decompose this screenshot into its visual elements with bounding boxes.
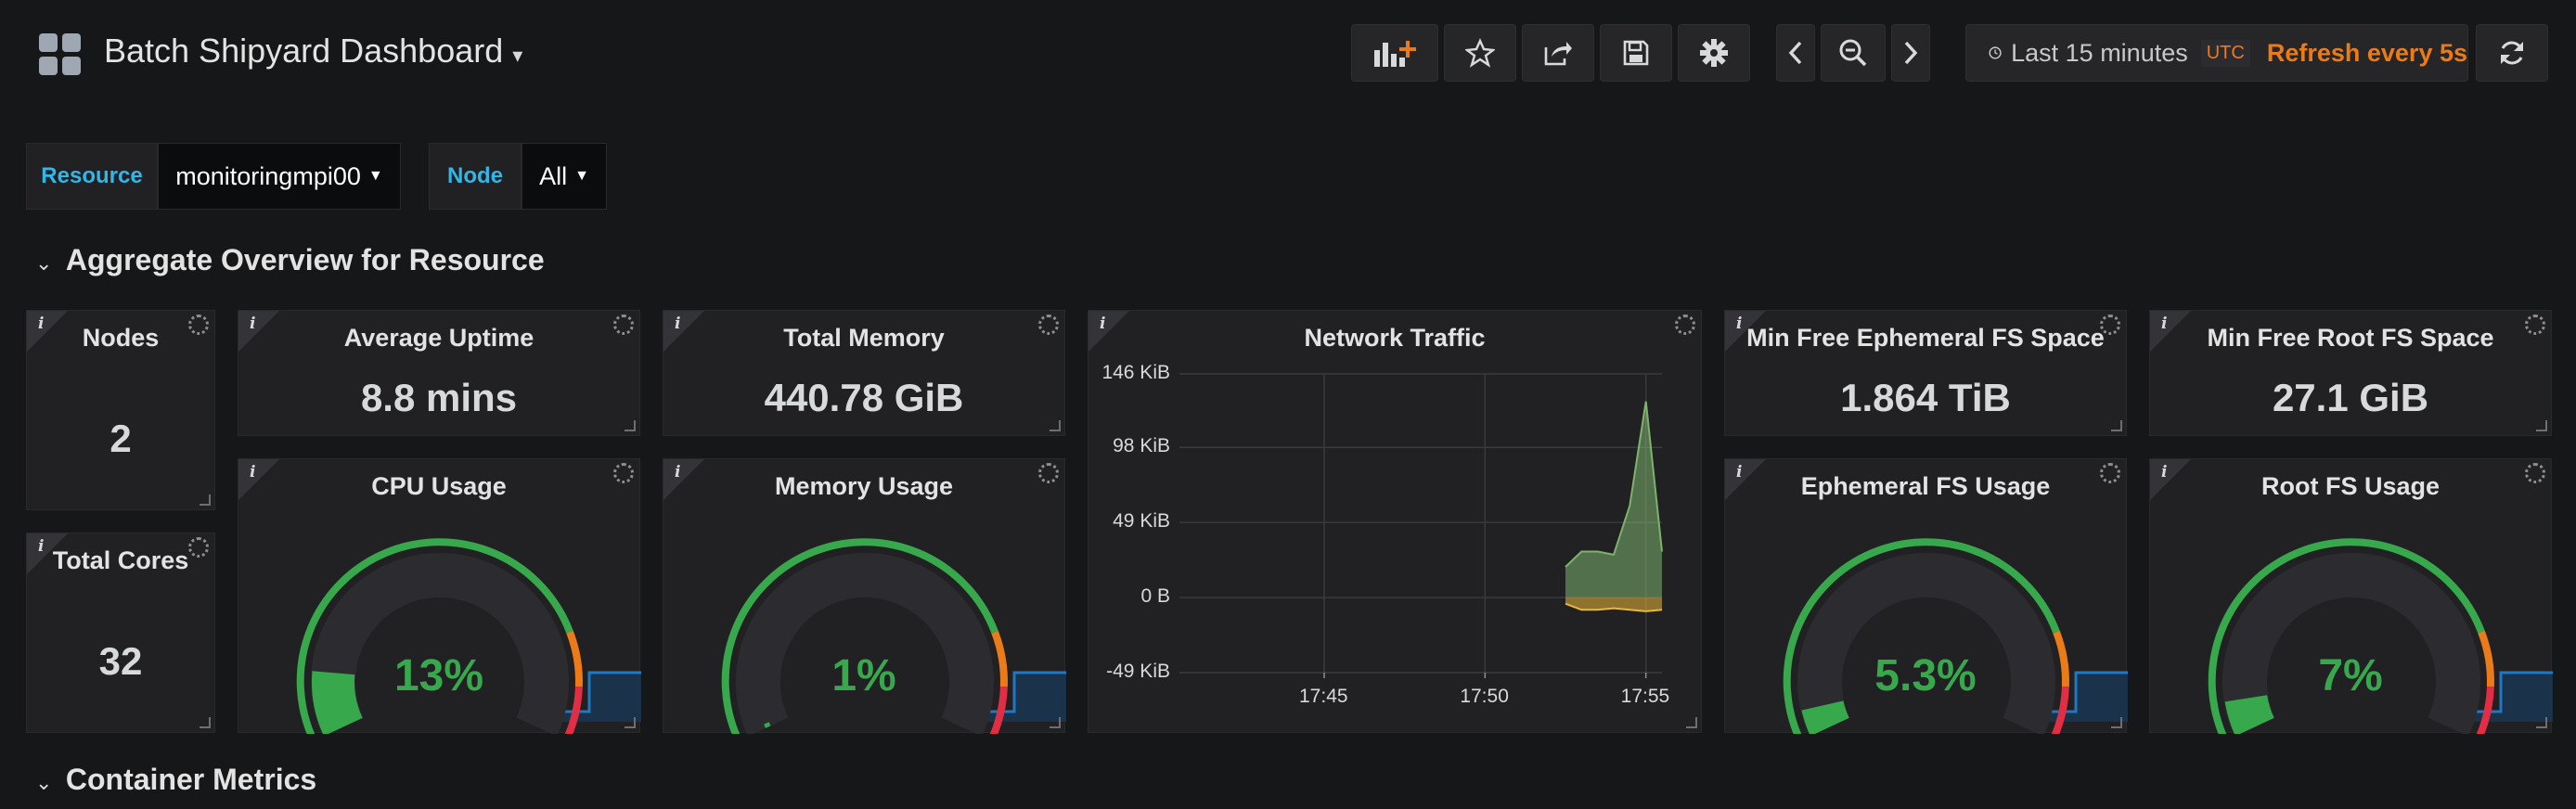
gauge-value: 1% [831,651,896,700]
panel-memory-usage[interactable]: i Memory Usage 1% [663,458,1066,734]
dashboard-title-text: Batch Shipyard Dashboard [104,32,504,70]
gauge-value: 5.3% [1874,651,1977,700]
resize-handle[interactable] [1686,717,1697,728]
variable-resource-select[interactable]: monitoringmpi00 ▼ [158,143,401,210]
panel-min-free-ephemeral[interactable]: i Min Free Ephemeral FS Space 1.864 TiB [1724,310,2127,436]
gauge-value-arc [764,722,771,728]
stat-value: 32 [98,639,143,683]
panel-ephemeral-fs-usage[interactable]: i Ephemeral FS Usage 5.3% [1724,458,2128,734]
panel-title[interactable]: Min Free Ephemeral FS Space [1725,324,2126,353]
chevron-left-icon [1788,41,1802,65]
caret-down-icon: ▼ [367,168,383,184]
gauge-value: 13% [393,651,484,700]
panel-min-free-root[interactable]: i Min Free Root FS Space 27.1 GiB [2149,310,2552,436]
zoom-out-button[interactable] [1821,24,1886,82]
stat-value: 2 [109,417,132,460]
panel-nodes[interactable]: i Nodes 2 [26,310,215,510]
variable-node-value: All [539,161,568,190]
x-tick-label: 17:50 [1460,686,1509,707]
resize-handle[interactable] [625,717,636,728]
resize-handle[interactable] [200,717,211,728]
gauge-value-arc [2224,694,2274,734]
panel-average-uptime[interactable]: i Average Uptime 8.8 mins [238,310,640,436]
variable-resource-value: monitoringmpi00 [175,161,361,190]
resize-handle[interactable] [1050,420,1061,431]
resize-handle[interactable] [2536,717,2547,728]
save-icon [1623,40,1649,66]
row-aggregate-title: Aggregate Overview for Resource [65,243,545,276]
y-tick-label: 49 KiB [1113,510,1170,533]
panel-title[interactable]: Min Free Root FS Space [2150,324,2551,353]
resize-handle[interactable] [2111,717,2122,728]
y-tick-label: -49 KiB [1106,661,1170,682]
variable-node-select[interactable]: All ▼ [522,143,607,210]
network-traffic-chart[interactable] [1088,311,1703,734]
stat-value: 1.864 TiB [1840,376,2011,419]
stat-value: 8.8 mins [360,376,518,419]
settings-button[interactable] [1678,24,1750,82]
series-area-0 [1565,401,1662,598]
chevron-down-icon: ⌄ [35,251,53,275]
clock-icon [1989,46,2002,59]
resize-handle[interactable] [200,494,211,506]
add-panel-icon [1374,41,1416,67]
panel-title[interactable]: Total Memory [663,324,1064,353]
row-container-toggle[interactable]: ⌄ Container Metrics [35,763,316,797]
resize-handle[interactable] [2536,420,2547,431]
time-range-picker[interactable]: Last 15 minutes UTC Refresh every 5s [1965,24,2468,82]
dashboard-title[interactable]: Batch Shipyard Dashboard ▾ [104,32,522,71]
refresh-button[interactable] [2476,24,2548,82]
refresh-icon [2501,41,2523,65]
time-forward-button[interactable] [1891,24,1930,82]
gauge-value-arc [1801,700,1849,734]
gear-icon [1700,39,1728,67]
star-button[interactable] [1444,24,1516,82]
chevron-down-icon: ⌄ [35,771,53,794]
y-tick-label: 98 KiB [1113,435,1170,457]
stat-value: 440.78 GiB [764,376,964,419]
stat-value: 27.1 GiB [2272,376,2429,419]
resize-handle[interactable] [625,420,636,431]
caret-down-icon: ▾ [512,44,523,67]
panel-total-cores[interactable]: i Total Cores 32 [26,533,215,733]
dashboard-grid-icon[interactable] [39,33,82,76]
refresh-interval: Refresh every 5s [2266,38,2467,67]
save-button[interactable] [1600,24,1672,82]
row-aggregate-toggle[interactable]: ⌄ Aggregate Overview for Resource [35,243,545,277]
panel-network-traffic[interactable]: i Network Traffic 146 KiB 98 KiB 49 KiB 0 B… [1088,310,1702,733]
panel-title[interactable]: Total Cores [27,546,214,575]
time-range-label: Last 15 minutes [2011,38,2188,67]
add-panel-button[interactable] [1351,24,1438,82]
row-container-title: Container Metrics [65,763,317,796]
timezone-badge: UTC [2200,39,2250,67]
share-icon [1544,42,1572,66]
star-icon [1465,38,1495,68]
resize-handle[interactable] [2111,420,2122,431]
time-back-button[interactable] [1776,24,1815,82]
gauge-value: 7% [2318,651,2383,700]
chevron-right-icon [1904,41,1918,65]
panel-root-fs-usage[interactable]: i Root FS Usage 7% [2149,458,2553,734]
share-button[interactable] [1522,24,1594,82]
panel-title[interactable]: Average Uptime [238,324,639,353]
y-tick-label: 0 B [1140,585,1170,608]
panel-total-memory[interactable]: i Total Memory 440.78 GiB [663,310,1065,436]
x-tick-label: 17:45 [1299,686,1348,707]
variable-node-label: Node [429,143,522,210]
caret-down-icon: ▼ [574,168,589,184]
panel-cpu-usage[interactable]: i CPU Usage 13% [238,458,641,734]
variable-resource-label: Resource [26,143,158,210]
x-tick-label: 17:55 [1620,686,1670,707]
panel-title[interactable]: Nodes [27,324,214,353]
resize-handle[interactable] [1050,717,1061,728]
zoom-out-icon [1839,39,1867,67]
y-tick-label: 146 KiB [1101,362,1170,383]
